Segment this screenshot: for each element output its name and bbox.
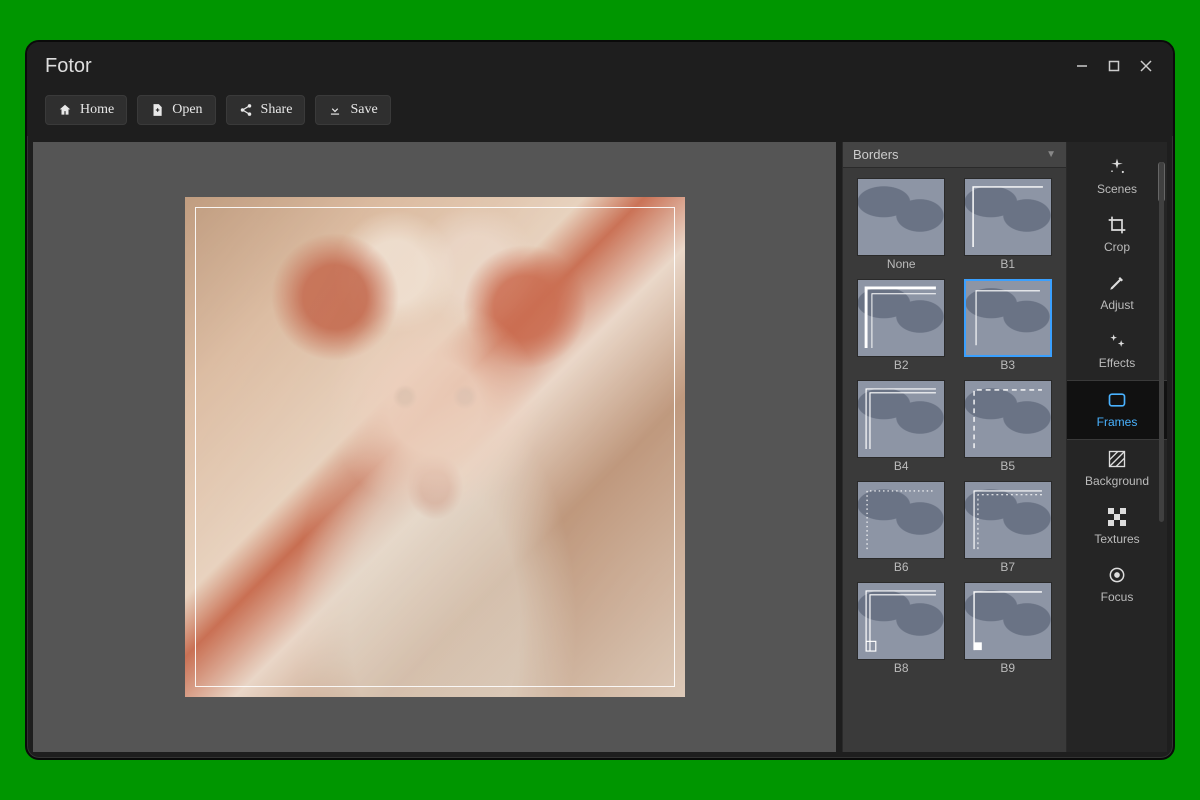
thumb-label: B5 <box>1000 459 1015 473</box>
tool-crop[interactable]: Crop <box>1067 206 1167 264</box>
target-icon <box>1106 564 1128 586</box>
tool-label: Adjust <box>1100 298 1133 312</box>
canvas-area[interactable] <box>33 142 836 752</box>
panel-header[interactable]: Borders ▼ <box>843 142 1066 168</box>
close-button[interactable] <box>1137 57 1155 75</box>
collapse-icon: ▼ <box>1046 149 1056 160</box>
maximize-button[interactable] <box>1105 57 1123 75</box>
thumb-label: None <box>887 257 916 271</box>
thumb-label: B8 <box>894 661 909 675</box>
save-button[interactable]: Save <box>315 95 390 125</box>
minimize-button[interactable] <box>1073 57 1091 75</box>
frame-icon <box>1106 389 1128 411</box>
tool-background[interactable]: Background <box>1067 440 1167 498</box>
button-label: Home <box>80 102 114 118</box>
toolbar: Home Open Share Save <box>27 90 1173 136</box>
home-icon <box>58 103 72 117</box>
thumb-label: B6 <box>894 560 909 574</box>
border-thumb-grid: None B1 B2 <box>843 168 1066 752</box>
thumb-label: B4 <box>894 459 909 473</box>
tool-textures[interactable]: Textures <box>1067 498 1167 556</box>
border-thumb-b8[interactable]: B8 <box>853 582 950 675</box>
tool-label: Background <box>1085 474 1149 488</box>
plus-file-icon <box>150 103 164 117</box>
tool-scenes[interactable]: Scenes <box>1067 148 1167 206</box>
tool-adjust[interactable]: Adjust <box>1067 264 1167 322</box>
thumb-label: B7 <box>1000 560 1015 574</box>
window-controls <box>1073 57 1155 75</box>
button-label: Share <box>261 102 293 118</box>
border-thumb-b7[interactable]: B7 <box>960 481 1057 574</box>
canvas-image <box>185 197 685 697</box>
app-title: Fotor <box>45 55 92 78</box>
open-button[interactable]: Open <box>137 95 215 125</box>
border-thumb-b2[interactable]: B2 <box>853 279 950 372</box>
pencil-icon <box>1106 272 1128 294</box>
share-icon <box>239 103 253 117</box>
app-window: Fotor Home Open <box>25 40 1175 760</box>
download-icon <box>328 103 342 117</box>
scrollbar-thumb[interactable] <box>1158 162 1165 202</box>
button-label: Open <box>172 102 202 118</box>
home-button[interactable]: Home <box>45 95 127 125</box>
diagonal-stripe-icon <box>1106 448 1128 470</box>
tool-label: Textures <box>1094 532 1139 546</box>
tool-label: Scenes <box>1097 182 1137 196</box>
crop-icon <box>1106 214 1128 236</box>
border-thumb-b5[interactable]: B5 <box>960 380 1057 473</box>
borders-panel: Borders ▼ None B1 B <box>842 142 1067 752</box>
sparkle-icon <box>1106 156 1128 178</box>
tool-frames[interactable]: Frames <box>1067 380 1167 440</box>
checker-icon <box>1106 506 1128 528</box>
tool-sidebar: Scenes Crop Adjust Effects <box>1067 142 1167 752</box>
border-thumb-b3[interactable]: B3 <box>960 279 1057 372</box>
border-thumb-b4[interactable]: B4 <box>853 380 950 473</box>
stars-icon <box>1106 330 1128 352</box>
titlebar: Fotor <box>27 42 1173 90</box>
workspace: Borders ▼ None B1 B <box>27 136 1173 758</box>
thumb-label: B2 <box>894 358 909 372</box>
border-thumb-b6[interactable]: B6 <box>853 481 950 574</box>
button-label: Save <box>350 102 377 118</box>
border-thumb-none[interactable]: None <box>853 178 950 271</box>
tool-effects[interactable]: Effects <box>1067 322 1167 380</box>
tool-label: Crop <box>1104 240 1130 254</box>
panel-title: Borders <box>853 147 899 162</box>
thumb-label: B3 <box>1000 358 1015 372</box>
thumb-label: B1 <box>1000 257 1015 271</box>
share-button[interactable]: Share <box>226 95 306 125</box>
tool-label: Focus <box>1101 590 1134 604</box>
tool-focus[interactable]: Focus <box>1067 556 1167 614</box>
border-thumb-b1[interactable]: B1 <box>960 178 1057 271</box>
thumb-label: B9 <box>1000 661 1015 675</box>
tool-label: Frames <box>1097 415 1138 429</box>
image-overlay <box>185 197 685 697</box>
border-thumb-b9[interactable]: B9 <box>960 582 1057 675</box>
tool-label: Effects <box>1099 356 1135 370</box>
